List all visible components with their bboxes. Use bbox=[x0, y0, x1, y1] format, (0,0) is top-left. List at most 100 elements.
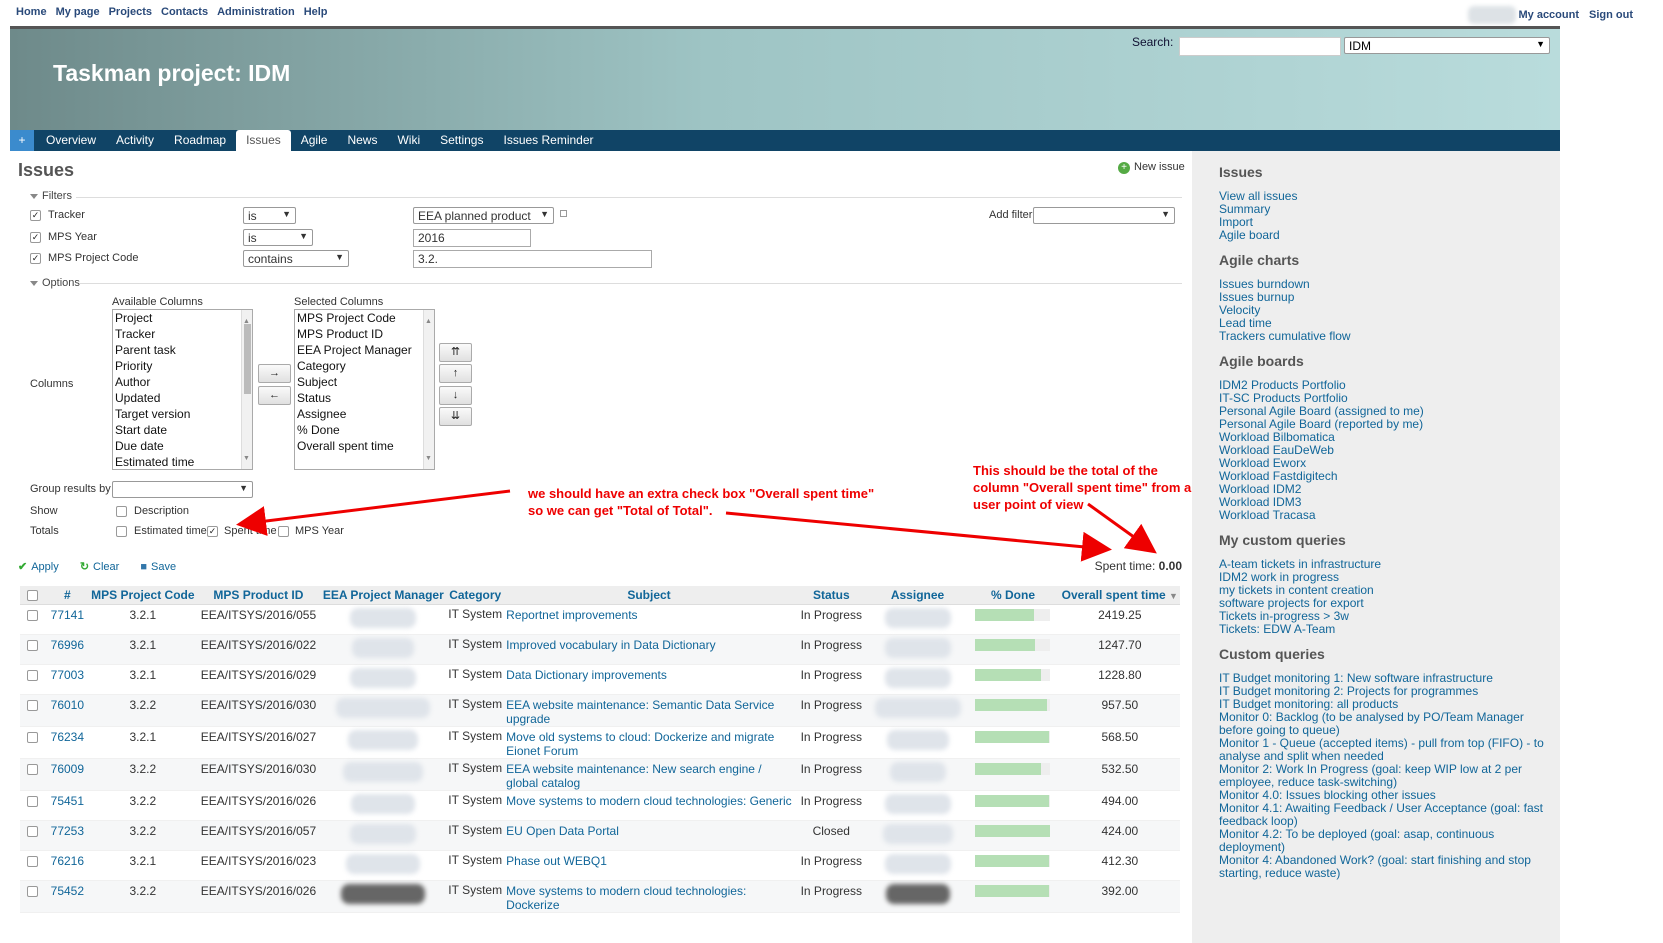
subject-cell[interactable]: Data Dictionary improvements bbox=[504, 664, 794, 695]
issue-id-cell[interactable]: 77141 bbox=[45, 604, 90, 635]
sidebar-link[interactable]: Monitor 4.1: Awaiting Feedback / User Ac… bbox=[1219, 802, 1560, 828]
issue-id-link[interactable]: 76996 bbox=[51, 638, 84, 652]
sidebar-link[interactable]: Monitor 4.2: To be deployed (goal: asap,… bbox=[1219, 828, 1560, 854]
project-jump-select[interactable]: IDM ▼ bbox=[1344, 37, 1550, 54]
row-checkbox-cell[interactable] bbox=[20, 820, 46, 851]
sidebar-link[interactable]: Agile board bbox=[1219, 229, 1560, 242]
subject-cell[interactable]: Move systems to modern cloud technologie… bbox=[504, 880, 794, 913]
sidebar-link[interactable]: Monitor 1 - Queue (accepted items) - pul… bbox=[1219, 737, 1560, 763]
issue-id-link[interactable]: 77003 bbox=[51, 668, 84, 682]
sidebar-link[interactable]: Monitor 2: Work In Progress (goal: keep … bbox=[1219, 763, 1560, 789]
column-header-done[interactable]: % Done bbox=[966, 586, 1060, 605]
table-row[interactable]: 77141 3.2.1 EEA/ITSYS/2016/055 IT System Rep… bbox=[20, 604, 1180, 635]
tab-wiki[interactable]: Wiki bbox=[387, 130, 430, 151]
row-checkbox[interactable] bbox=[27, 763, 39, 775]
issue-id-cell[interactable]: 77253 bbox=[45, 820, 90, 851]
sidebar-link[interactable]: Issues burnup bbox=[1219, 291, 1560, 304]
issue-id-link[interactable]: 75451 bbox=[51, 794, 84, 808]
subject-cell[interactable]: EEA website maintenance: New search engi… bbox=[504, 758, 794, 791]
row-checkbox-cell[interactable] bbox=[20, 694, 46, 727]
row-checkbox[interactable] bbox=[27, 855, 39, 867]
row-checkbox-cell[interactable] bbox=[20, 790, 46, 821]
apply-button[interactable]: ✔ Apply bbox=[18, 561, 68, 573]
subject-link[interactable]: EEA website maintenance: Semantic Data S… bbox=[506, 698, 774, 726]
tab-news[interactable]: News bbox=[337, 130, 387, 151]
row-checkbox-cell[interactable] bbox=[20, 664, 46, 695]
subject-link[interactable]: EEA website maintenance: New search engi… bbox=[506, 762, 761, 790]
search-input[interactable] bbox=[1178, 37, 1341, 56]
subject-link[interactable]: EU Open Data Portal bbox=[506, 824, 619, 838]
top-link-administration[interactable]: Administration bbox=[217, 6, 295, 18]
row-checkbox-cell[interactable] bbox=[20, 604, 46, 635]
tab-issues-reminder[interactable]: Issues Reminder bbox=[493, 130, 603, 151]
issue-id-link[interactable]: 77253 bbox=[51, 824, 84, 838]
issue-id-cell[interactable]: 75451 bbox=[45, 790, 90, 821]
column-header-category[interactable]: Category bbox=[446, 586, 505, 605]
sidebar-link[interactable]: Summary bbox=[1219, 203, 1560, 216]
table-row[interactable]: 76996 3.2.1 EEA/ITSYS/2016/022 IT System Imp… bbox=[20, 634, 1180, 665]
subject-cell[interactable]: EEA website maintenance: Semantic Data S… bbox=[504, 694, 794, 727]
column-header-overall-spent-time[interactable]: Overall spent time ▼ bbox=[1059, 586, 1180, 605]
tab-settings[interactable]: Settings bbox=[430, 130, 493, 151]
column-header-status[interactable]: Status bbox=[793, 586, 869, 605]
top-link-projects[interactable]: Projects bbox=[109, 6, 152, 18]
sign-out-link[interactable]: Sign out bbox=[1589, 9, 1633, 21]
table-row[interactable]: 75452 3.2.2 EEA/ITSYS/2016/026 IT System Mov… bbox=[20, 880, 1180, 913]
row-checkbox[interactable] bbox=[27, 825, 39, 837]
table-row[interactable]: 76216 3.2.1 EEA/ITSYS/2016/023 IT System Pha… bbox=[20, 850, 1180, 881]
table-row[interactable]: 76234 3.2.1 EEA/ITSYS/2016/027 IT System Mov… bbox=[20, 726, 1180, 759]
table-row[interactable]: 76009 3.2.2 EEA/ITSYS/2016/030 IT System EEA… bbox=[20, 758, 1180, 791]
sidebar-link[interactable]: Trackers cumulative flow bbox=[1219, 330, 1560, 343]
tab-activity[interactable]: Activity bbox=[106, 130, 164, 151]
issue-id-link[interactable]: 75452 bbox=[51, 884, 84, 898]
issue-id-cell[interactable]: 76009 bbox=[45, 758, 90, 791]
issue-id-cell[interactable]: 77003 bbox=[45, 664, 90, 695]
issue-id-cell[interactable]: 76234 bbox=[45, 726, 90, 759]
subject-cell[interactable]: Reportnet improvements bbox=[504, 604, 794, 635]
table-row[interactable]: 77253 3.2.2 EEA/ITSYS/2016/057 IT System EU … bbox=[20, 820, 1180, 851]
sidebar-link[interactable]: Workload Tracasa bbox=[1219, 509, 1560, 522]
column-header-id[interactable]: # bbox=[45, 586, 90, 605]
issue-id-cell[interactable]: 76216 bbox=[45, 850, 90, 881]
row-checkbox-cell[interactable] bbox=[20, 880, 46, 913]
row-checkbox-cell[interactable] bbox=[20, 850, 46, 881]
row-checkbox[interactable] bbox=[27, 699, 39, 711]
column-header-subject[interactable]: Subject bbox=[504, 586, 794, 605]
subject-cell[interactable]: Improved vocabulary in Data Dictionary bbox=[504, 634, 794, 665]
top-link-help[interactable]: Help bbox=[304, 6, 328, 18]
table-row[interactable]: 76010 3.2.2 EEA/ITSYS/2016/030 IT System EEA… bbox=[20, 694, 1180, 727]
top-link-contacts[interactable]: Contacts bbox=[161, 6, 208, 18]
top-link-my-page[interactable]: My page bbox=[56, 6, 100, 18]
issue-id-cell[interactable]: 75452 bbox=[45, 880, 90, 913]
row-checkbox-cell[interactable] bbox=[20, 634, 46, 665]
select-all-header[interactable] bbox=[20, 586, 46, 605]
subject-link[interactable]: Move systems to modern cloud technologie… bbox=[506, 794, 791, 808]
issue-id-link[interactable]: 76010 bbox=[51, 698, 84, 712]
my-account-link[interactable]: My account bbox=[1518, 9, 1579, 21]
column-header-assignee[interactable]: Assignee bbox=[868, 586, 967, 605]
column-header-eea-project-manager[interactable]: EEA Project Manager bbox=[320, 586, 447, 605]
select-all-checkbox[interactable] bbox=[27, 590, 39, 602]
sidebar-link[interactable]: Tickets: EDW A-Team bbox=[1219, 623, 1560, 636]
subject-cell[interactable]: Phase out WEBQ1 bbox=[504, 850, 794, 881]
table-row[interactable]: 77003 3.2.1 EEA/ITSYS/2016/029 IT System Dat… bbox=[20, 664, 1180, 695]
tab-overview[interactable]: Overview bbox=[36, 130, 106, 151]
issue-id-cell[interactable]: 76996 bbox=[45, 634, 90, 665]
row-checkbox-cell[interactable] bbox=[20, 726, 46, 759]
sidebar-link[interactable]: Monitor 0: Backlog (to be analysed by PO… bbox=[1219, 711, 1560, 737]
subject-cell[interactable]: Move systems to modern cloud technologie… bbox=[504, 790, 794, 821]
tab-roadmap[interactable]: Roadmap bbox=[164, 130, 236, 151]
sidebar-link[interactable]: View all issues bbox=[1219, 190, 1560, 203]
save-button[interactable]: ■ Save bbox=[140, 561, 185, 573]
row-checkbox-cell[interactable] bbox=[20, 758, 46, 791]
column-header-mps-project-code[interactable]: MPS Project Code bbox=[89, 586, 197, 605]
row-checkbox[interactable] bbox=[27, 795, 39, 807]
issue-id-link[interactable]: 76009 bbox=[51, 762, 84, 776]
issue-id-link[interactable]: 76216 bbox=[51, 854, 84, 868]
row-checkbox[interactable] bbox=[27, 669, 39, 681]
row-checkbox[interactable] bbox=[27, 609, 39, 621]
issue-id-link[interactable]: 77141 bbox=[51, 608, 84, 622]
subject-cell[interactable]: EU Open Data Portal bbox=[504, 820, 794, 851]
subject-cell[interactable]: Move old systems to cloud: Dockerize and… bbox=[504, 726, 794, 759]
subject-link[interactable]: Move old systems to cloud: Dockerize and… bbox=[506, 730, 774, 758]
